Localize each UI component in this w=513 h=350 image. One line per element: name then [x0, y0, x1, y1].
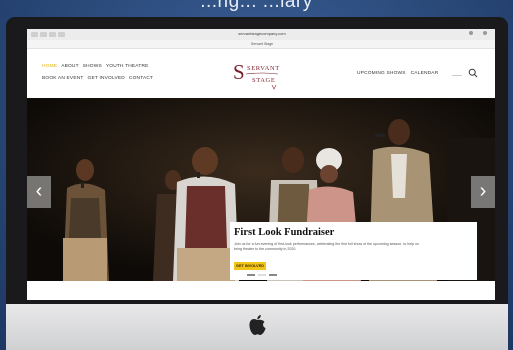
- apple-logo-icon: [249, 315, 266, 335]
- site-header: HOME ABOUT SHOWS YOUTH THEATRE BOOK AN E…: [27, 49, 495, 98]
- header-underline: [452, 72, 462, 76]
- slide-caption-card: First Look Fundraiser Join us for a fun …: [230, 222, 477, 280]
- browser-toolbar-icons: [469, 31, 487, 35]
- share-button[interactable]: [58, 32, 65, 37]
- slider-dot[interactable]: [247, 274, 255, 276]
- primary-nav: HOME ABOUT SHOWS YOUTH THEATRE: [42, 64, 149, 69]
- nav-home[interactable]: HOME: [42, 64, 57, 69]
- new-tab-icon[interactable]: [483, 31, 487, 35]
- search-icon[interactable]: [468, 68, 478, 78]
- hero-slider: ‹ › First Look Fundraiser Join us for a …: [27, 98, 495, 281]
- nav-calendar[interactable]: CALENDAR: [411, 71, 439, 76]
- servant-stage-logo[interactable]: S SERVANT STAGE: [232, 58, 292, 92]
- slide-cta-button[interactable]: GET INVOLVED: [234, 262, 266, 270]
- slider-dot-active[interactable]: [258, 274, 266, 276]
- tab-strip: Servant Stage: [27, 40, 495, 49]
- slide-title: First Look Fundraiser: [234, 227, 335, 238]
- nav-get-involved[interactable]: GET INVOLVED: [88, 76, 125, 81]
- nav-upcoming-shows[interactable]: UPCOMING SHOWS: [357, 71, 406, 76]
- browser-screen: servantstagecompany.com Servant Stage HO…: [27, 29, 495, 300]
- page-content-below: [27, 281, 495, 300]
- browser-tab[interactable]: Servant Stage: [227, 41, 297, 47]
- imac-monitor: servantstagecompany.com Servant Stage HO…: [6, 17, 508, 350]
- utility-nav: UPCOMING SHOWS CALENDAR: [357, 71, 438, 76]
- secondary-nav: BOOK AN EVENT GET INVOLVED CONTACT: [42, 76, 153, 81]
- nav-contact[interactable]: CONTACT: [129, 76, 153, 81]
- slider-dots: [247, 274, 277, 276]
- nav-about[interactable]: ABOUT: [61, 64, 79, 69]
- slider-dot[interactable]: [269, 274, 277, 276]
- back-button[interactable]: [31, 32, 38, 37]
- nav-youth-theatre[interactable]: YOUTH THEATRE: [106, 64, 149, 69]
- top-caption: ...ng... ...lary: [200, 0, 313, 12]
- nav-book-an-event[interactable]: BOOK AN EVENT: [42, 76, 84, 81]
- downloads-icon[interactable]: [469, 31, 473, 35]
- forward-button[interactable]: [40, 32, 47, 37]
- slider-next-button[interactable]: ›: [471, 176, 495, 208]
- logo-flourish: [245, 72, 279, 90]
- slider-prev-button[interactable]: ‹: [27, 176, 51, 208]
- sidebar-button[interactable]: [49, 32, 56, 37]
- address-bar[interactable]: servantstagecompany.com: [207, 31, 317, 37]
- nav-shows[interactable]: SHOWS: [83, 64, 102, 69]
- slide-description: Join us for a fun evening of first-look …: [234, 242, 419, 251]
- browser-nav-buttons: [31, 32, 65, 37]
